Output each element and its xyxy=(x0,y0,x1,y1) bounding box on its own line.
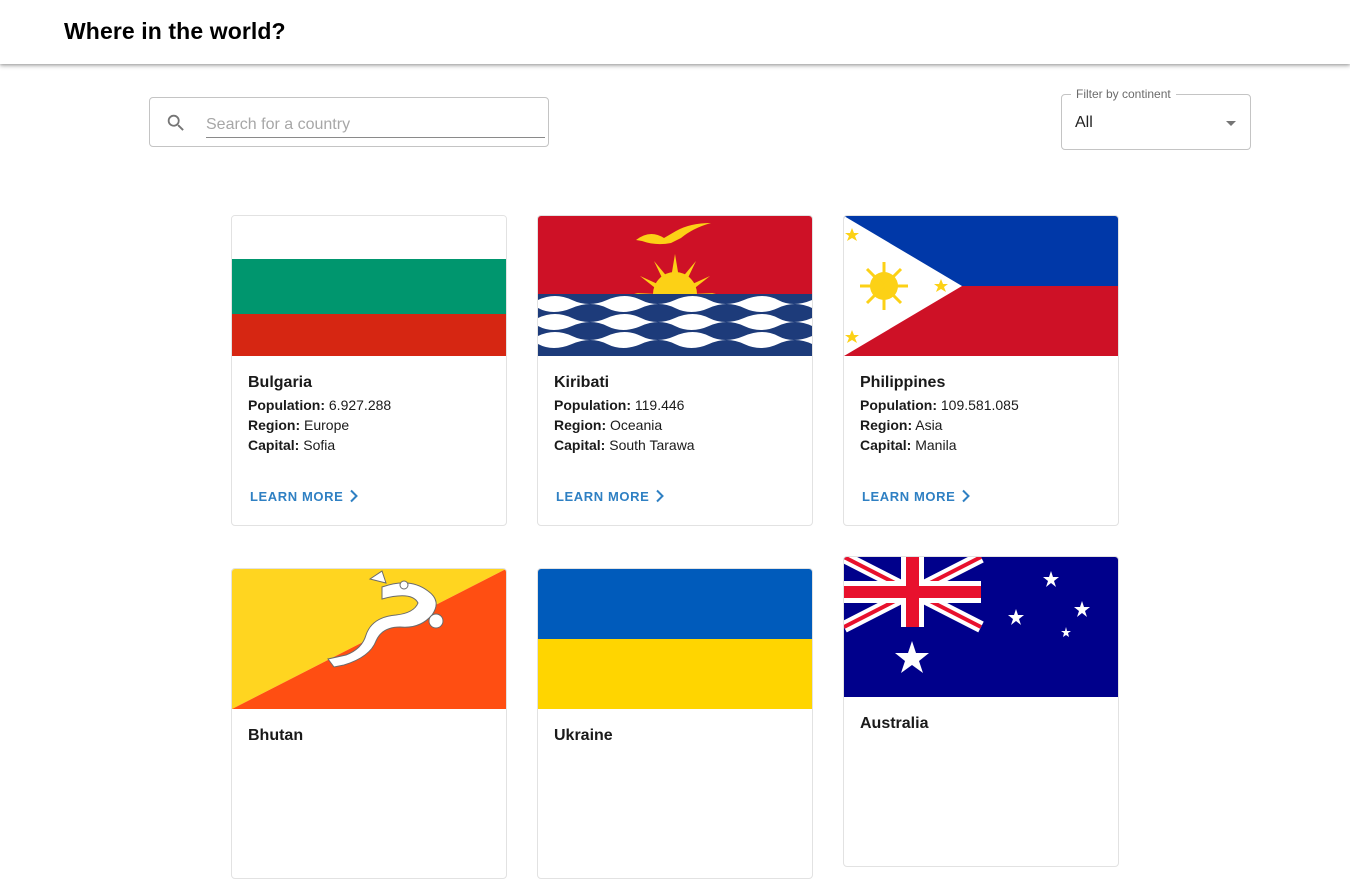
filter-selected-value: All xyxy=(1075,114,1093,131)
app-bar: Where in the world? xyxy=(0,0,1350,64)
region-row: Region: Europe xyxy=(248,417,350,433)
capital-row: Capital: Sofia xyxy=(248,437,336,453)
capital-row: Capital: South Tarawa xyxy=(554,437,695,453)
filter-label: Filter by continent xyxy=(1071,87,1176,101)
country-name: Bhutan xyxy=(248,727,304,744)
country-card-kiribati[interactable]: Kiribati Population: 119.446 Region: Oce… xyxy=(537,215,813,526)
search-input[interactable] xyxy=(206,110,545,138)
country-card-bulgaria[interactable]: Bulgaria Population: 6.927.288 Region: E… xyxy=(231,215,507,526)
population-row: Population: 6.927.288 xyxy=(248,397,392,413)
region-row: Region: Asia xyxy=(860,417,943,433)
search-icon xyxy=(167,114,184,131)
learn-more-button[interactable]: LEARN MORE xyxy=(854,484,979,508)
learn-more-button[interactable]: LEARN MORE xyxy=(242,484,367,508)
country-card-philippines[interactable]: Philippines Population: 109.581.085 Regi… xyxy=(843,215,1119,526)
country-name: Philippines xyxy=(860,374,946,391)
country-card-ukraine[interactable]: Ukraine xyxy=(537,568,813,879)
bhutan-flag xyxy=(232,569,506,709)
population-row: Population: 119.446 xyxy=(554,397,685,413)
chevron-right-icon xyxy=(962,489,971,503)
page-title: Where in the world? xyxy=(64,18,286,44)
ukraine-flag xyxy=(538,569,812,709)
kiribati-flag xyxy=(538,216,812,356)
country-name: Bulgaria xyxy=(248,374,313,391)
country-card-australia[interactable]: Australia xyxy=(843,556,1119,867)
bulgaria-flag xyxy=(232,216,506,356)
australia-flag xyxy=(844,557,1118,697)
continent-filter-select[interactable]: Filter by continent All xyxy=(1061,87,1251,150)
search-box[interactable] xyxy=(149,97,549,147)
country-name: Ukraine xyxy=(554,727,613,744)
philippines-flag xyxy=(844,216,1118,356)
learn-more-button[interactable]: LEARN MORE xyxy=(548,484,673,508)
country-name: Kiribati xyxy=(554,374,610,391)
capital-row: Capital: Manila xyxy=(860,437,957,453)
country-card-bhutan[interactable]: Bhutan xyxy=(231,568,507,879)
population-row: Population: 109.581.085 xyxy=(860,397,1019,413)
country-name: Australia xyxy=(860,715,929,732)
chevron-right-icon xyxy=(656,489,665,503)
region-row: Region: Oceania xyxy=(554,417,663,433)
caret-down-icon xyxy=(1226,121,1236,126)
chevron-right-icon xyxy=(350,489,359,503)
